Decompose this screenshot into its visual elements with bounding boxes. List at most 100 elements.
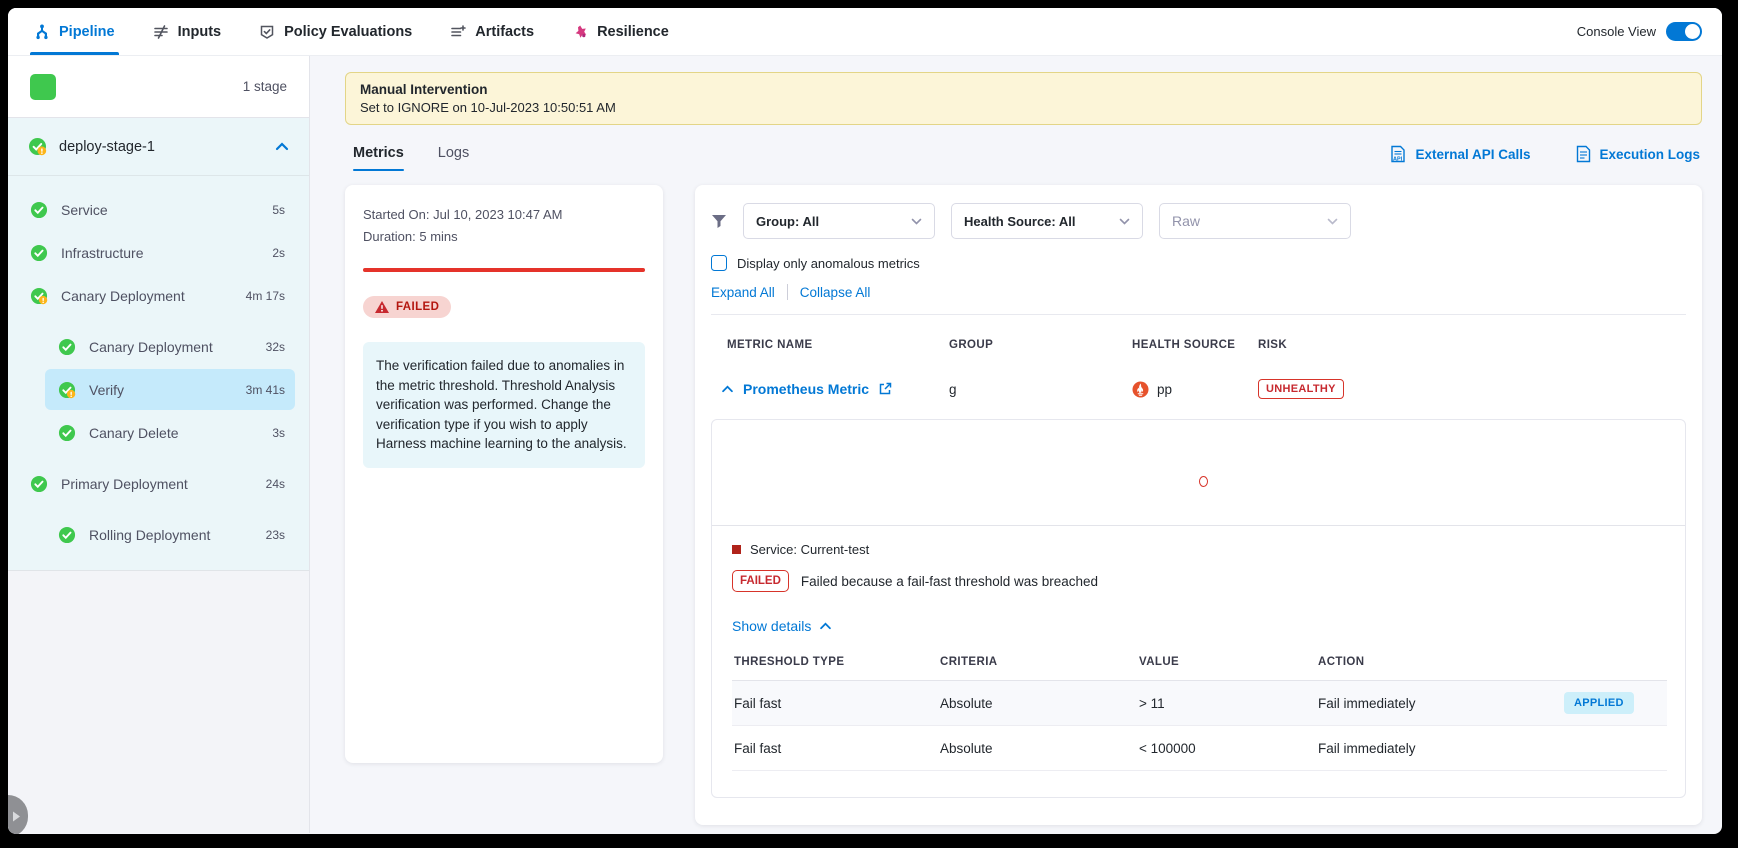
log-links: API External API Calls Execution Logs	[1390, 145, 1700, 171]
step-duration: 4m 17s	[246, 289, 285, 303]
policy-check-icon	[259, 24, 275, 40]
nav-tab-policy-evaluations[interactable]: Policy Evaluations	[259, 8, 412, 55]
metric-name-link[interactable]: Prometheus Metric	[743, 381, 869, 397]
duration: Duration: 5 mins	[363, 229, 645, 244]
detail-tabs-row: Metrics Logs API External API Calls Exec…	[345, 145, 1702, 171]
step-duration: 32s	[266, 340, 285, 354]
app-window: Pipeline Inputs Policy Evaluations Artif…	[8, 8, 1722, 834]
metric-chart	[712, 420, 1685, 526]
threshold-value: < 100000	[1139, 741, 1318, 756]
show-details-link[interactable]: Show details	[732, 618, 1685, 634]
nav-tab-inputs[interactable]: Inputs	[153, 8, 222, 55]
failed-status-badge: FAILED	[363, 296, 451, 318]
failed-progress-bar	[363, 268, 645, 272]
nav-tab-pipeline[interactable]: Pipeline	[34, 8, 115, 55]
external-link-icon[interactable]	[878, 382, 892, 396]
external-api-calls-link[interactable]: API External API Calls	[1390, 145, 1530, 163]
group-filter-select[interactable]: Group: All	[743, 203, 935, 239]
raw-filter-value: Raw	[1172, 213, 1200, 229]
divider	[787, 284, 788, 300]
top-navigation: Pipeline Inputs Policy Evaluations Artif…	[8, 8, 1722, 56]
pipeline-status-square	[30, 74, 56, 100]
success-warning-icon	[28, 137, 47, 156]
manual-intervention-banner: Manual Intervention Set to IGNORE on 10-…	[345, 72, 1702, 125]
series-color-swatch	[732, 545, 741, 554]
threshold-type: Fail fast	[734, 741, 940, 756]
step-group-primary-deployment[interactable]: Primary Deployment 24s	[8, 462, 309, 505]
nav-tab-label: Pipeline	[59, 24, 115, 40]
col-threshold-type: THRESHOLD TYPE	[734, 656, 940, 668]
main-content: Manual Intervention Set to IGNORE on 10-…	[310, 56, 1722, 833]
nav-tab-artifacts[interactable]: Artifacts	[450, 8, 534, 55]
step-verify[interactable]: Verify 3m 41s	[8, 368, 309, 411]
step-duration: 3m 41s	[246, 383, 285, 397]
collapse-all-link[interactable]: Collapse All	[800, 285, 871, 300]
col-criteria: CRITERIA	[940, 656, 1139, 668]
metrics-panel: Group: All Health Source: All Raw	[695, 185, 1702, 825]
collapse-row-chevron-up-icon[interactable]	[721, 385, 734, 393]
step-canary-deployment[interactable]: Canary Deployment 32s	[8, 325, 309, 368]
metric-row-prometheus: Prometheus Metric g pp UNHEALTHY	[711, 379, 1686, 399]
chevron-up-icon[interactable]	[275, 142, 289, 151]
chevron-up-icon	[819, 622, 832, 630]
success-icon	[30, 201, 48, 219]
prometheus-icon	[1132, 381, 1149, 398]
col-risk: RISK	[1258, 339, 1686, 351]
anomalous-data-point[interactable]	[1199, 476, 1208, 487]
play-arrow-icon	[12, 811, 21, 822]
chart-legend: Service: Current-test	[732, 542, 1685, 557]
nav-tab-resilience[interactable]: Resilience	[572, 8, 669, 55]
sidebar-filler	[8, 571, 309, 833]
raw-filter-select[interactable]: Raw	[1159, 203, 1351, 239]
document-icon	[1576, 145, 1591, 163]
nav-tab-label: Artifacts	[475, 24, 534, 40]
console-view-label: Console View	[1577, 24, 1656, 39]
applied-badge: APPLIED	[1564, 692, 1634, 714]
step-group-canary-deployment[interactable]: Canary Deployment 4m 17s	[8, 274, 309, 317]
chevron-down-icon	[911, 218, 922, 225]
step-rolling-deployment[interactable]: Rolling Deployment 23s	[8, 513, 309, 556]
stage-header-deploy-stage-1[interactable]: deploy-stage-1	[8, 118, 309, 176]
threshold-type: Fail fast	[734, 696, 940, 711]
risk-badge-unhealthy: UNHEALTHY	[1258, 379, 1344, 399]
expand-all-link[interactable]: Expand All	[711, 285, 775, 300]
threshold-action: Fail immediately	[1318, 741, 1564, 756]
health-source-filter-select[interactable]: Health Source: All	[951, 203, 1143, 239]
warning-triangle-icon	[375, 301, 389, 313]
fail-reason-message: Failed because a fail-fast threshold was…	[801, 574, 1098, 589]
success-icon	[58, 424, 76, 442]
legend-label: Service: Current-test	[750, 542, 869, 557]
col-group: GROUP	[949, 339, 1132, 351]
threshold-table: THRESHOLD TYPE CRITERIA VALUE ACTION Fai…	[732, 656, 1667, 771]
filter-funnel-icon[interactable]	[711, 214, 727, 229]
stage-section: deploy-stage-1 Service 5s Infrastructure…	[8, 118, 309, 571]
tab-metrics[interactable]: Metrics	[353, 145, 404, 171]
stage-name: deploy-stage-1	[59, 139, 155, 155]
metric-detail-panel: Service: Current-test FAILED Failed beca…	[711, 419, 1686, 798]
step-canary-delete[interactable]: Canary Delete 3s	[8, 411, 309, 454]
verification-message: The verification failed due to anomalies…	[363, 342, 645, 468]
threshold-action: Fail immediately	[1318, 696, 1564, 711]
chevron-down-icon	[1327, 218, 1338, 225]
step-infrastructure[interactable]: Infrastructure 2s	[8, 231, 309, 274]
threshold-criteria: Absolute	[940, 696, 1139, 711]
anomalous-checkbox[interactable]	[711, 255, 727, 271]
svg-text:API: API	[1393, 157, 1403, 163]
execution-sidebar: 1 stage deploy-stage-1 Service 5s	[8, 56, 310, 833]
console-view-toggle[interactable]	[1666, 22, 1702, 41]
success-warning-icon	[58, 381, 76, 399]
sidebar-header: 1 stage	[8, 56, 309, 118]
health-source-filter-value: Health Source: All	[964, 214, 1075, 229]
tab-logs[interactable]: Logs	[438, 145, 469, 171]
nav-tab-label: Inputs	[178, 24, 222, 40]
fail-reason-row: FAILED Failed because a fail-fast thresh…	[732, 570, 1685, 592]
inputs-icon	[153, 24, 169, 40]
threshold-table-header: THRESHOLD TYPE CRITERIA VALUE ACTION	[732, 656, 1667, 681]
step-service[interactable]: Service 5s	[8, 188, 309, 231]
started-on: Started On: Jul 10, 2023 10:47 AM	[363, 207, 645, 222]
step-duration: 23s	[266, 528, 285, 542]
execution-logs-link[interactable]: Execution Logs	[1576, 145, 1700, 163]
step-label: Canary Deployment	[61, 288, 185, 304]
filter-row: Group: All Health Source: All Raw	[711, 203, 1686, 239]
success-warning-icon	[30, 287, 48, 305]
